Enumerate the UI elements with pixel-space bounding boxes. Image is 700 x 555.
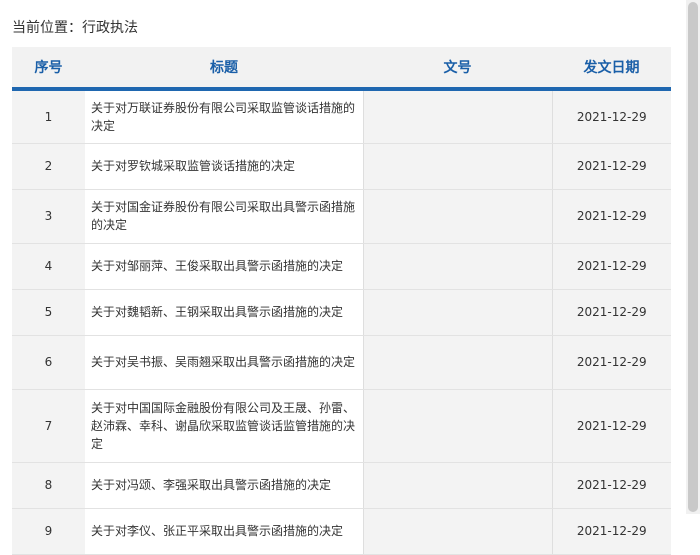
row-docno bbox=[362, 462, 553, 509]
header-date: 发文日期 bbox=[552, 47, 671, 91]
row-seq: 2 bbox=[12, 143, 85, 190]
row-title-link[interactable]: 关于对罗钦城采取监管谈话措施的决定 bbox=[85, 143, 363, 190]
header-docno: 文号 bbox=[363, 47, 552, 91]
header-title: 标题 bbox=[85, 47, 363, 91]
table-row: 5 关于对魏韬新、王钢采取出具警示函措施的决定 2021-12-29 bbox=[12, 289, 671, 336]
table-row: 8 关于对冯颂、李强采取出具警示函措施的决定 2021-12-29 bbox=[12, 462, 671, 509]
row-docno bbox=[362, 189, 553, 244]
row-date: 2021-12-29 bbox=[552, 243, 671, 290]
row-seq: 4 bbox=[12, 243, 85, 290]
row-seq: 7 bbox=[12, 389, 85, 463]
table-row: 3 关于对国金证券股份有限公司采取出具警示函措施的决定 2021-12-29 bbox=[12, 189, 671, 244]
row-date: 2021-12-29 bbox=[552, 143, 671, 190]
row-title-link[interactable]: 关于对国金证券股份有限公司采取出具警示函措施的决定 bbox=[85, 189, 363, 244]
table-row: 2 关于对罗钦城采取监管谈话措施的决定 2021-12-29 bbox=[12, 143, 671, 190]
row-seq: 3 bbox=[12, 189, 85, 244]
row-seq: 8 bbox=[12, 462, 85, 509]
row-date: 2021-12-29 bbox=[552, 462, 671, 509]
table-row: 1 关于对万联证券股份有限公司采取监管谈话措施的决定 2021-12-29 bbox=[12, 89, 671, 144]
row-docno bbox=[362, 389, 553, 463]
row-title-link[interactable]: 关于对魏韬新、王钢采取出具警示函措施的决定 bbox=[85, 289, 363, 336]
row-title-link[interactable]: 关于对李仪、张正平采取出具警示函措施的决定 bbox=[85, 508, 363, 555]
enforcement-table: 序号 标题 文号 发文日期 1 关于对万联证券股份有限公司采取监管谈话措施的决定… bbox=[12, 47, 671, 555]
row-docno bbox=[362, 508, 553, 555]
row-seq: 1 bbox=[12, 89, 85, 144]
row-date: 2021-12-29 bbox=[552, 289, 671, 336]
row-docno bbox=[362, 243, 553, 290]
row-docno bbox=[362, 289, 553, 336]
table-row: 4 关于对邹丽萍、王俊采取出具警示函措施的决定 2021-12-29 bbox=[12, 243, 671, 290]
row-date: 2021-12-29 bbox=[552, 89, 671, 144]
table-header-row: 序号 标题 文号 发文日期 bbox=[12, 47, 671, 91]
table-row: 9 关于对李仪、张正平采取出具警示函措施的决定 2021-12-29 bbox=[12, 508, 671, 555]
row-seq: 5 bbox=[12, 289, 85, 336]
row-docno bbox=[362, 143, 553, 190]
table-row: 6 关于对吴书振、吴雨翘采取出具警示函措施的决定 2021-12-29 bbox=[12, 335, 671, 390]
row-docno bbox=[362, 89, 553, 144]
row-date: 2021-12-29 bbox=[552, 335, 671, 390]
row-date: 2021-12-29 bbox=[552, 189, 671, 244]
row-date: 2021-12-29 bbox=[552, 389, 671, 463]
header-seq: 序号 bbox=[12, 47, 85, 91]
row-title-link[interactable]: 关于对中国国际金融股份有限公司及王晟、孙雷、赵沛霖、幸科、谢晶欣采取监管谈话监管… bbox=[85, 389, 363, 463]
row-title-link[interactable]: 关于对邹丽萍、王俊采取出具警示函措施的决定 bbox=[85, 243, 363, 290]
row-seq: 9 bbox=[12, 508, 85, 555]
row-date: 2021-12-29 bbox=[552, 508, 671, 555]
row-docno bbox=[362, 335, 553, 390]
row-title-link[interactable]: 关于对冯颂、李强采取出具警示函措施的决定 bbox=[85, 462, 363, 509]
breadcrumb: 当前位置：行政执法 bbox=[12, 20, 138, 36]
table-row: 7 关于对中国国际金融股份有限公司及王晟、孙雷、赵沛霖、幸科、谢晶欣采取监管谈话… bbox=[12, 389, 671, 463]
row-seq: 6 bbox=[12, 335, 85, 390]
row-title-link[interactable]: 关于对万联证券股份有限公司采取监管谈话措施的决定 bbox=[85, 89, 363, 144]
row-title-link[interactable]: 关于对吴书振、吴雨翘采取出具警示函措施的决定 bbox=[85, 335, 363, 390]
scrollbar-thumb[interactable] bbox=[688, 2, 698, 512]
